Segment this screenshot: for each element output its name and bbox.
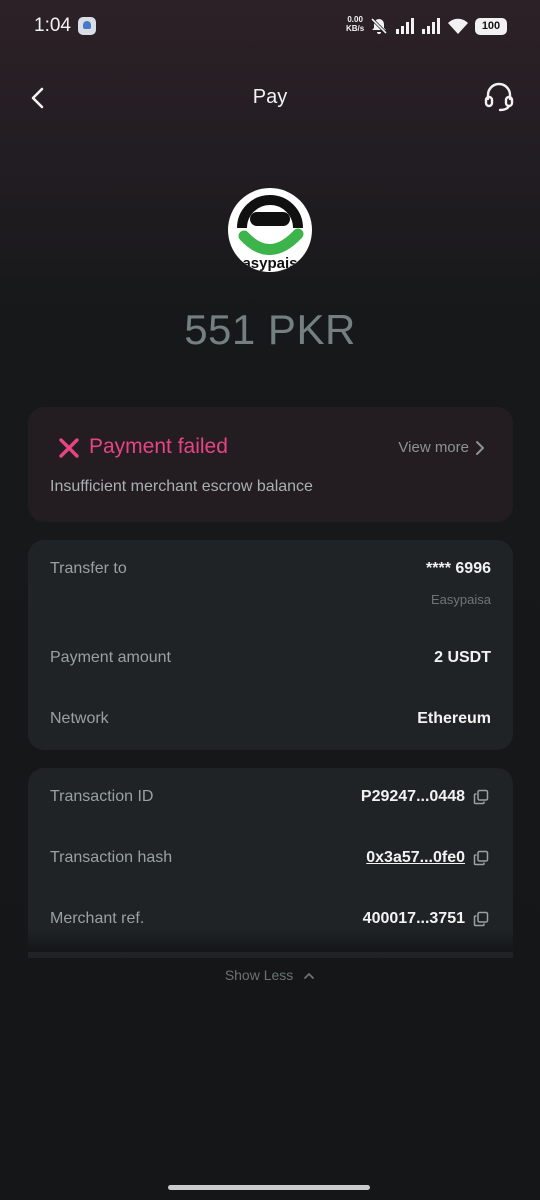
copy-merchant-ref-icon[interactable] bbox=[473, 911, 489, 927]
network-value: Ethereum bbox=[417, 710, 491, 727]
chevron-right-icon[interactable] bbox=[473, 440, 487, 456]
signal-icon bbox=[396, 18, 414, 34]
payment-failure-reason: Insufficient merchant escrow balance bbox=[50, 478, 313, 495]
card-fade-overlay bbox=[28, 930, 513, 952]
page-title: Pay bbox=[252, 86, 288, 108]
payment-details-card: Transfer to **** 6996 Easypaisa Payment … bbox=[28, 540, 513, 750]
network-label: Network bbox=[50, 710, 109, 727]
chevron-up-icon bbox=[304, 973, 315, 980]
transfer-to-label: Transfer to bbox=[50, 560, 127, 577]
merchant-ref-label: Merchant ref. bbox=[50, 910, 145, 927]
network-speed: 0.00 KB/s bbox=[346, 15, 364, 33]
show-less-button[interactable]: Show Less bbox=[0, 967, 540, 983]
transfer-to-provider: Easypaisa bbox=[431, 592, 491, 607]
signal-icon-2 bbox=[422, 18, 440, 34]
headset-icon[interactable] bbox=[482, 80, 516, 114]
payment-status-title: Payment failed bbox=[89, 435, 228, 458]
show-less-label: Show Less bbox=[224, 967, 294, 983]
transaction-hash-label: Transaction hash bbox=[50, 849, 173, 866]
logo-wordmark: easypaisa bbox=[234, 255, 306, 272]
payment-amount-value: 2 USDT bbox=[434, 649, 491, 666]
merchant-logo: easypaisa bbox=[228, 188, 312, 272]
wifi-icon bbox=[448, 18, 468, 34]
status-bar: 1:04 0.00 KB/s 100 bbox=[0, 0, 540, 52]
pay-screen: 1:04 0.00 KB/s 100 Pay easypaisa 551 PKR… bbox=[0, 0, 540, 1200]
transaction-id-value: P29247...0448 bbox=[360, 788, 465, 805]
view-more-link[interactable]: View more bbox=[398, 439, 469, 456]
payment-amount-display: 551 PKR bbox=[184, 306, 356, 353]
battery-indicator: 100 bbox=[475, 17, 507, 35]
status-time: 1:04 bbox=[34, 15, 71, 36]
status-icons: 100 bbox=[369, 14, 507, 38]
transaction-id-label: Transaction ID bbox=[50, 788, 154, 805]
mute-icon bbox=[370, 17, 388, 35]
top-app-bar: Pay bbox=[0, 70, 540, 126]
notification-app-icon bbox=[78, 17, 96, 35]
transfer-to-value: **** 6996 bbox=[426, 560, 491, 577]
home-indicator[interactable] bbox=[168, 1185, 370, 1190]
transaction-hash-link[interactable]: 0x3a57...0fe0 bbox=[366, 849, 465, 867]
payment-status-card: Payment failed View more Insufficient me… bbox=[28, 407, 513, 522]
copy-transaction-id-icon[interactable] bbox=[473, 789, 489, 805]
network-speed-value: 0.00 bbox=[347, 15, 363, 24]
copy-transaction-hash-icon[interactable] bbox=[473, 850, 489, 866]
easypaisa-logo-mark: easypaisa bbox=[234, 195, 307, 272]
network-speed-unit: KB/s bbox=[346, 24, 365, 33]
merchant-ref-value: 400017...3751 bbox=[362, 910, 465, 927]
close-x-icon bbox=[59, 438, 79, 458]
payment-amount-label: Payment amount bbox=[50, 649, 171, 666]
